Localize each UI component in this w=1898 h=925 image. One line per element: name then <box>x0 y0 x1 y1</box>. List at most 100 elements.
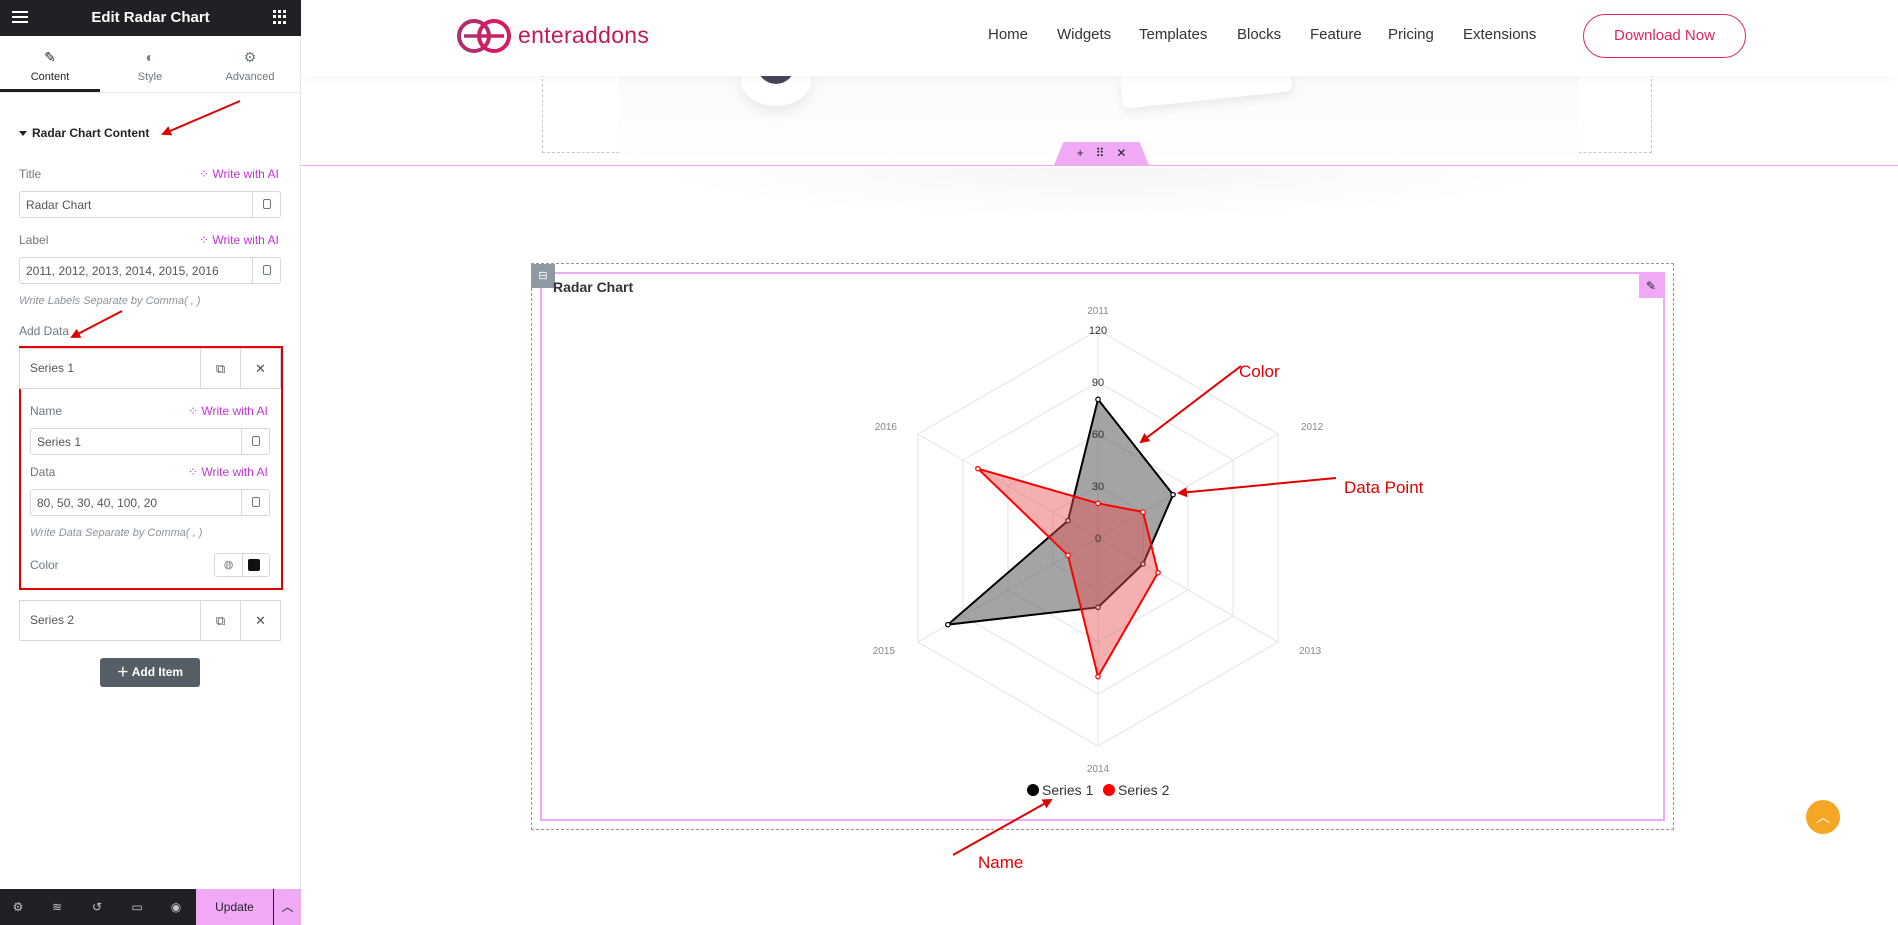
label-input-value: 2011, 2012, 2013, 2014, 2015, 2016 <box>26 264 219 278</box>
color-picker[interactable]: ◍ <box>214 553 270 577</box>
add-data-label: Add Data <box>19 324 70 338</box>
close-icon[interactable]: ✕ <box>240 349 280 388</box>
series-1-header[interactable]: Series 1 ⧉ ✕ <box>19 348 281 389</box>
sparkle-icon: ⁘ <box>199 233 213 247</box>
axis-label: 2012 <box>1301 422 1324 433</box>
series-data-input[interactable]: 80, 50, 30, 40, 100, 20 <box>30 489 270 516</box>
preview-eye-icon[interactable]: ◉ <box>169 900 183 914</box>
editor-panel: Edit Radar Chart ✎ Content ◐ Style ⚙ Adv… <box>0 0 301 925</box>
scale-tick-label: 120 <box>1089 325 1107 337</box>
dynamic-tags-button[interactable] <box>252 192 280 217</box>
globe-icon[interactable]: ◍ <box>215 554 243 576</box>
series-name-value: Series 1 <box>37 435 82 449</box>
annotation-data-point: Data Point <box>1344 478 1424 497</box>
panel-title: Edit Radar Chart <box>91 9 210 26</box>
data-write-ai-button[interactable]: ⁘ Write with AI <box>188 465 268 479</box>
data-point <box>945 621 951 628</box>
data-point <box>1065 552 1071 559</box>
duplicate-icon[interactable]: ⧉ <box>200 601 240 640</box>
duplicate-icon[interactable]: ⧉ <box>200 349 240 388</box>
database-icon <box>252 497 260 507</box>
data-hint: Write Data Separate by Comma( , ) <box>30 527 203 539</box>
name-arrow <box>952 799 1053 856</box>
tab-style-label: Style <box>137 71 163 83</box>
series-2-header[interactable]: Series 2 ⧉ ✕ <box>19 600 281 641</box>
nav-extensions[interactable]: Extensions <box>1463 26 1536 43</box>
series-name-input[interactable]: Series 1 <box>30 428 270 455</box>
label-label: Label <box>19 233 49 247</box>
data-point <box>1155 569 1161 576</box>
name-write-ai-button[interactable]: ⁘ Write with AI <box>188 404 268 418</box>
widgets-grid-icon[interactable] <box>273 10 287 24</box>
series-data-label: Data <box>30 465 56 479</box>
tab-content[interactable]: ✎ Content <box>0 36 100 92</box>
axis-label: 2015 <box>873 646 896 657</box>
database-icon <box>263 199 271 209</box>
scale-tick-label: 90 <box>1092 377 1104 389</box>
scale-tick-label: 0 <box>1095 533 1101 545</box>
data-point-arrow <box>1177 477 1337 498</box>
nav-pricing[interactable]: Pricing <box>1388 26 1434 43</box>
data-point <box>975 465 981 472</box>
dynamic-tags-button[interactable] <box>252 258 280 283</box>
label-hint: Write Labels Separate by Comma( , ) <box>19 295 201 307</box>
axis-label: 2016 <box>875 422 898 433</box>
section-title: Radar Chart Content <box>32 126 150 140</box>
close-icon[interactable]: ✕ <box>240 601 280 640</box>
sparkle-icon: ⁘ <box>199 167 213 181</box>
site-logo[interactable]: enteraddons <box>456 18 656 54</box>
label-input[interactable]: 2011, 2012, 2013, 2014, 2015, 2016 <box>19 257 281 284</box>
axis-label: 2013 <box>1299 646 1322 657</box>
add-item-label: Add Item <box>131 665 184 679</box>
annotation-name: Name <box>978 853 1024 872</box>
site-header: enteraddons Home Widgets Templates Block… <box>301 0 1898 76</box>
axis-label: 2011 <box>1087 306 1109 317</box>
history-icon[interactable]: ↺ <box>90 900 104 914</box>
gear-icon: ⚙ <box>243 49 257 65</box>
settings-icon[interactable]: ⚙ <box>11 900 25 914</box>
preview-canvas: enteraddons Home Widgets Templates Block… <box>301 0 1898 925</box>
title-label: Title <box>19 167 42 181</box>
download-now-button[interactable]: Download Now <box>1583 14 1746 58</box>
sparkle-icon: ⁘ <box>188 465 202 479</box>
legend-label: Series 1 <box>1042 782 1094 798</box>
nav-blocks[interactable]: Blocks <box>1237 26 1281 43</box>
series-2-title: Series 2 <box>30 613 75 627</box>
annotation-color: Color <box>1239 362 1280 381</box>
responsive-icon[interactable]: ▭ <box>130 900 144 914</box>
section-toggle[interactable]: Radar Chart Content <box>19 126 149 140</box>
legend-marker <box>1027 784 1039 796</box>
database-icon <box>252 436 260 446</box>
pencil-icon: ✎ <box>44 49 56 65</box>
tab-style[interactable]: ◐ Style <box>100 36 200 92</box>
panel-tabs: ✎ Content ◐ Style ⚙ Advanced <box>0 36 300 93</box>
title-input[interactable]: Radar Chart <box>19 191 281 218</box>
scroll-to-top-button[interactable]: ︿ <box>1806 800 1840 834</box>
tab-content-label: Content <box>30 71 70 83</box>
scale-tick-label: 60 <box>1092 429 1104 441</box>
label-write-ai-button[interactable]: ⁘ Write with AI <box>199 233 279 247</box>
dynamic-tags-button[interactable] <box>241 490 269 515</box>
write-ai-label: Write with AI <box>201 465 268 479</box>
caret-down-icon <box>19 131 27 137</box>
nav-widgets[interactable]: Widgets <box>1057 26 1111 43</box>
layers-icon[interactable]: ≋ <box>50 900 64 914</box>
series-1-title: Series 1 <box>30 361 75 375</box>
nav-templates[interactable]: Templates <box>1139 26 1207 43</box>
chevron-up-icon[interactable]: ︿ <box>274 889 301 925</box>
title-write-ai-button[interactable]: ⁘ Write with AI <box>199 167 279 181</box>
data-point <box>1095 396 1101 403</box>
data-point <box>1140 509 1146 515</box>
logo-mark-icon <box>457 19 511 53</box>
update-button[interactable]: Update <box>196 889 273 925</box>
dynamic-tags-button[interactable] <box>241 429 269 454</box>
data-point <box>1095 500 1101 507</box>
color-swatch[interactable] <box>248 559 260 571</box>
nav-feature[interactable]: Feature <box>1310 26 1362 43</box>
tab-advanced[interactable]: ⚙ Advanced <box>200 36 300 92</box>
nav-home[interactable]: Home <box>988 26 1028 43</box>
add-item-button[interactable]: ＋ Add Item <box>100 658 200 687</box>
chevron-up-icon: ︿ <box>1816 809 1830 825</box>
sparkle-icon: ⁘ <box>188 404 202 418</box>
write-ai-label: Write with AI <box>201 404 268 418</box>
